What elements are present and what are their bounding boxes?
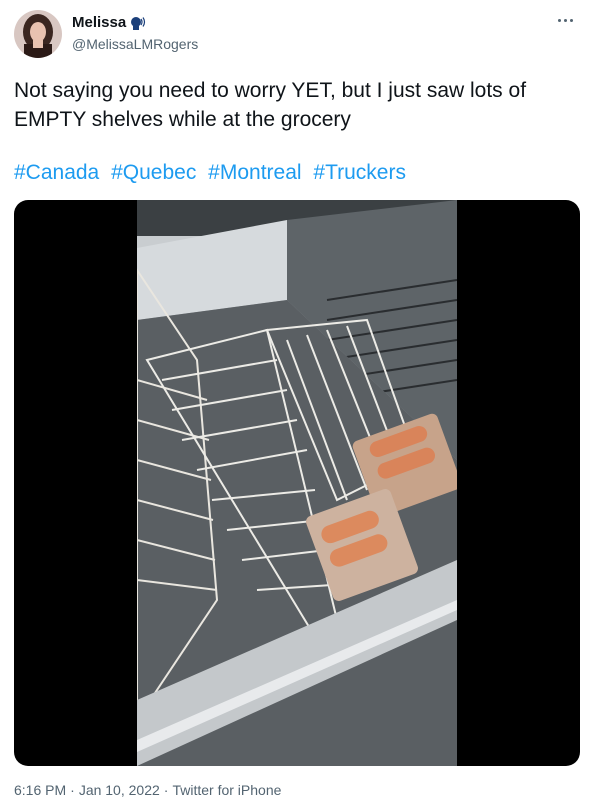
tweet-text: Not saying you need to worry YET, but I … [14, 79, 527, 131]
meta-separator: · [163, 782, 169, 798]
user-handle[interactable]: @MelissaLMRogers [72, 36, 198, 52]
tweet-meta: 6:16 PM · Jan 10, 2022 · Twitter for iPh… [14, 782, 281, 798]
tweet-time[interactable]: 6:16 PM [14, 782, 66, 798]
hashtag-link[interactable]: #Canada [14, 161, 99, 184]
video-player[interactable] [14, 200, 580, 766]
hashtag-list: #Canada #Quebec #Montreal #Truckers [14, 158, 584, 187]
hashtag-link[interactable]: #Quebec [111, 161, 196, 184]
name-row: Melissa [72, 14, 146, 31]
speaking-head-icon [131, 16, 146, 30]
tweet-card: Melissa @MelissaLMRogers Not saying you … [0, 0, 593, 811]
avatar[interactable] [14, 10, 62, 58]
tweet-date[interactable]: Jan 10, 2022 [79, 782, 160, 798]
tweet-header: Melissa @MelissaLMRogers [12, 8, 581, 62]
meta-separator: · [70, 782, 75, 798]
tweet-source[interactable]: Twitter for iPhone [172, 782, 281, 798]
display-name[interactable]: Melissa [72, 14, 126, 31]
hashtag-link[interactable]: #Truckers [313, 161, 406, 184]
avatar-image [14, 10, 62, 58]
hashtag-link[interactable]: #Montreal [208, 161, 301, 184]
more-horizontal-icon[interactable] [551, 10, 579, 30]
empty-shelves-video-frame [137, 200, 457, 766]
